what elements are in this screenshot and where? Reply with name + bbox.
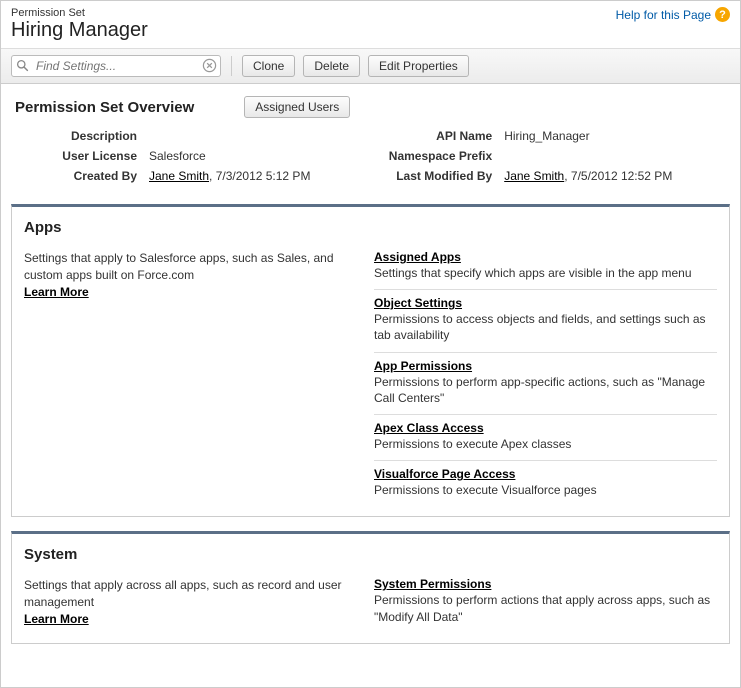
divider bbox=[231, 56, 232, 76]
label-api-name: API Name bbox=[366, 126, 498, 146]
value-namespace-prefix bbox=[498, 146, 730, 166]
breadcrumb: Permission Set bbox=[11, 7, 148, 19]
assigned-apps-desc: Settings that specify which apps are vis… bbox=[374, 265, 717, 281]
edit-properties-button[interactable]: Edit Properties bbox=[368, 55, 469, 77]
system-section-title: System bbox=[12, 534, 729, 563]
help-icon: ? bbox=[715, 7, 730, 22]
system-permissions-link[interactable]: System Permissions bbox=[374, 577, 491, 591]
apps-section-desc: Settings that apply to Salesforce apps, … bbox=[24, 251, 334, 282]
search-input[interactable] bbox=[11, 55, 221, 77]
app-permissions-desc: Permissions to perform app-specific acti… bbox=[374, 374, 717, 406]
apex-class-access-link[interactable]: Apex Class Access bbox=[374, 421, 484, 435]
value-api-name: Hiring_Manager bbox=[498, 126, 730, 146]
clone-button[interactable]: Clone bbox=[242, 55, 295, 77]
clear-icon[interactable] bbox=[202, 58, 217, 73]
value-last-modified-by: Jane Smith, 7/5/2012 12:52 PM bbox=[498, 166, 730, 186]
system-section: System Settings that apply across all ap… bbox=[11, 531, 730, 643]
system-permissions-desc: Permissions to perform actions that appl… bbox=[374, 592, 717, 624]
apps-section: Apps Settings that apply to Salesforce a… bbox=[11, 204, 730, 517]
label-created-by: Created By bbox=[11, 166, 143, 186]
system-learn-more-link[interactable]: Learn More bbox=[24, 612, 89, 626]
apps-section-title: Apps bbox=[12, 207, 729, 236]
overview-title: Permission Set Overview bbox=[15, 99, 194, 116]
modified-by-date: , 7/5/2012 12:52 PM bbox=[564, 169, 672, 183]
value-description bbox=[143, 126, 366, 146]
apex-class-access-desc: Permissions to execute Apex classes bbox=[374, 436, 717, 452]
app-permissions-link[interactable]: App Permissions bbox=[374, 359, 472, 373]
assigned-users-button[interactable]: Assigned Users bbox=[244, 96, 350, 118]
created-by-user-link[interactable]: Jane Smith bbox=[149, 169, 209, 183]
system-section-desc: Settings that apply across all apps, suc… bbox=[24, 578, 342, 609]
object-settings-link[interactable]: Object Settings bbox=[374, 296, 462, 310]
label-namespace-prefix: Namespace Prefix bbox=[366, 146, 498, 166]
help-link[interactable]: Help for this Page ? bbox=[616, 7, 730, 22]
value-user-license: Salesforce bbox=[143, 146, 366, 166]
delete-button[interactable]: Delete bbox=[303, 55, 360, 77]
label-last-modified-by: Last Modified By bbox=[366, 166, 498, 186]
object-settings-desc: Permissions to access objects and fields… bbox=[374, 311, 717, 343]
page-title: Hiring Manager bbox=[11, 19, 148, 48]
visualforce-page-access-link[interactable]: Visualforce Page Access bbox=[374, 467, 515, 481]
created-by-date: , 7/3/2012 5:12 PM bbox=[209, 169, 310, 183]
apps-learn-more-link[interactable]: Learn More bbox=[24, 285, 89, 299]
label-description: Description bbox=[11, 126, 143, 146]
value-created-by: Jane Smith, 7/3/2012 5:12 PM bbox=[143, 166, 366, 186]
modified-by-user-link[interactable]: Jane Smith bbox=[504, 169, 564, 183]
assigned-apps-link[interactable]: Assigned Apps bbox=[374, 250, 461, 264]
help-link-text: Help for this Page bbox=[616, 8, 711, 22]
overview-detail-table: Description API Name Hiring_Manager User… bbox=[11, 126, 730, 186]
action-bar: Clone Delete Edit Properties bbox=[1, 48, 740, 84]
visualforce-page-access-desc: Permissions to execute Visualforce pages bbox=[374, 482, 717, 498]
label-user-license: User License bbox=[11, 146, 143, 166]
